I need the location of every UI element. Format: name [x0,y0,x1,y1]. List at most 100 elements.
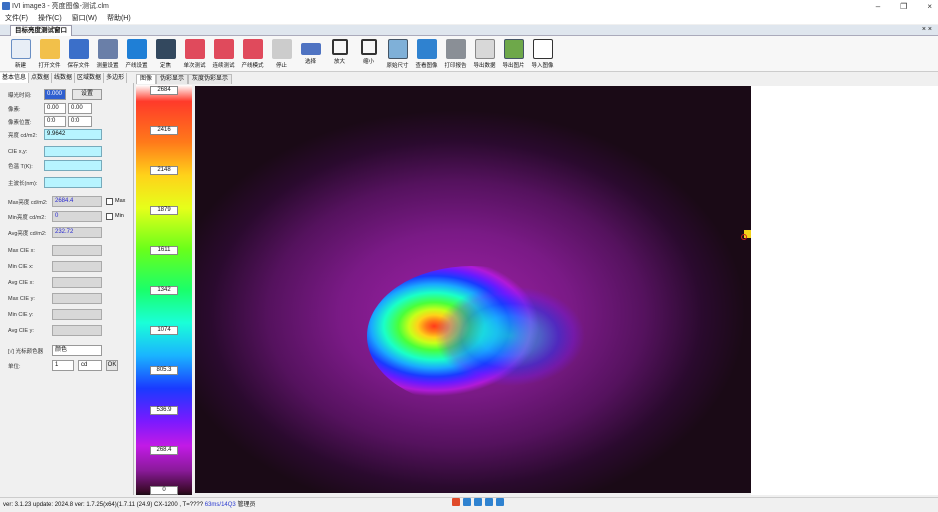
status-user: 管理员 [237,502,256,508]
avg-luminance-field: 232.72 [52,227,102,238]
toolbar-button-3[interactable]: 测量设置 [93,36,122,72]
max-cie-y-field [52,293,102,304]
color-scale-label: 2684 [150,86,178,95]
cursor-color-select[interactable]: 颜色 [52,345,102,356]
image-icon [387,39,408,59]
color-scale-label: 2416 [150,126,178,135]
play-icon [213,39,234,59]
document-close-button[interactable]: × × [922,25,932,35]
toolbar-button-10[interactable]: 选择 [296,36,325,72]
zoom-out-icon [360,39,377,55]
toolbar-button-16[interactable]: 导出数据 [470,36,499,72]
color-scale-label: 1879 [150,206,178,215]
window-title: IVI image3 - 亮度图像-测试.clm [12,3,109,10]
tray-volume-icon[interactable] [485,498,493,506]
pixel-field-a[interactable]: 0.00 [44,103,66,114]
tab-area-data[interactable]: 区域数据 [75,73,105,83]
unit-ok-button[interactable]: OK [106,360,118,371]
tab-point-data[interactable]: 点数据 [29,73,53,83]
tab-image[interactable]: 图像 [136,74,157,84]
toolbar-button-6[interactable]: 单次测试 [180,36,209,72]
tab-polygon[interactable]: 多边形 [104,73,128,83]
pixel-position-b[interactable]: 0:0 [68,116,92,127]
luminance-field[interactable]: 9.9642 [44,129,102,140]
tab-basic-info[interactable]: 基本信息 [0,73,30,83]
max-luminance-label: Max亮度 cd/m2: [8,200,48,206]
toolbar-button-label: 测量设置 [96,63,119,69]
menu-file[interactable]: 文件(F) [0,13,33,23]
color-scale-label: 805.3 [150,366,178,375]
tray-network-icon[interactable] [474,498,482,506]
toolbar-button-7[interactable]: 连续测试 [209,36,238,72]
pixel-label: 像素: [8,107,21,113]
toolbar-button-13[interactable]: 原始尺寸 [383,36,412,72]
toolbar-button-8[interactable]: 产线模式 [238,36,267,72]
menu-window[interactable]: 窗口(W) [67,13,102,23]
toolbar-button-9[interactable]: 停止 [267,36,296,72]
maximize-button[interactable]: ❐ [900,2,907,11]
toolbar-button-17[interactable]: 导出图片 [499,36,528,72]
tray-app-icon[interactable] [452,498,460,506]
tray-settings-icon[interactable] [496,498,504,506]
toolbar-button-label: 停止 [275,63,287,69]
gear-icon [97,39,118,59]
close-window-button[interactable]: × [927,2,932,11]
dominant-wavelength-field[interactable] [44,177,102,188]
toolbar-button-label: 打开文件 [38,63,61,69]
stop-icon [271,39,292,59]
max-checkbox-label: Max [115,198,126,204]
pixel-position-a[interactable]: 0:0 [44,116,66,127]
max-cie-y-label: Max CIE y: [8,296,35,302]
tab-gray-false-color[interactable]: 灰度伪彩显示 [188,74,233,84]
luminance-heatmap[interactable] [195,86,751,493]
toolbar-button-label: 放大 [333,59,345,65]
unit-select[interactable]: cd [78,360,102,371]
unit-input[interactable]: 1 [52,360,74,371]
play-icon [184,39,205,59]
canvas-empty-area [751,86,938,495]
max-checkbox[interactable] [106,198,113,205]
select-icon [300,43,321,55]
menu-operate[interactable]: 操作(C) [33,13,67,23]
min-luminance-field: 0 [52,211,102,222]
avg-cie-x-field [52,277,102,288]
picture-icon [503,39,524,59]
refresh-icon [126,39,147,59]
toolbar-button-11[interactable]: 放大 [325,36,354,72]
menu-help[interactable]: 帮助(H) [102,13,136,23]
max-cie-x-field [52,245,102,256]
toolbar-button-label: 打印报告 [444,63,467,69]
cie-xy-field[interactable] [44,146,102,157]
toolbar-button-14[interactable]: 查看图像 [412,36,441,72]
toolbar-button-4[interactable]: 产线设置 [122,36,151,72]
dominant-wavelength-label: 主波长(nm): [8,181,38,187]
toolbar-button-18[interactable]: 导入图像 [528,36,557,72]
left-panel-tabs: 基本信息 点数据 线数据 区域数据 多边形 [0,73,134,83]
tab-line-data[interactable]: 线数据 [52,73,76,83]
toolbar-button-12[interactable]: 缩小 [354,36,383,72]
avg-cie-x-label: Avg CIE x: [8,280,34,286]
toolbar-button-label: 查看图像 [415,63,438,69]
pixel-field-b[interactable]: 0.00 [68,103,92,114]
toolbar-button-label: 定焦 [159,63,171,69]
min-checkbox[interactable] [106,213,113,220]
toolbar-button-5[interactable]: 定焦 [151,36,180,72]
minimize-button[interactable]: – [876,2,880,11]
document-tab[interactable]: 目标亮度测试窗口 [10,25,72,36]
cct-field[interactable] [44,160,102,171]
toolbar-button-label: 缩小 [362,59,374,65]
exposure-set-button[interactable]: 设置 [72,89,102,100]
toolbar-button-2[interactable]: 保存文件 [64,36,93,72]
toolbar-button-0[interactable]: 新建 [6,36,35,72]
color-scale-label: 536.9 [150,406,178,415]
exposure-field[interactable]: 0.000 [44,89,66,100]
toolbar-button-1[interactable]: 打开文件 [35,36,64,72]
tray-ime-icon[interactable] [463,498,471,506]
min-cie-y-field [52,309,102,320]
cursor-color-label: [√] 光标颜色器 [8,349,44,355]
toolbar-button-label: 产线设置 [125,63,148,69]
toolbar-button-label: 连续测试 [212,63,235,69]
tab-false-color[interactable]: 伪彩显示 [156,74,189,84]
color-scale-label: 2148 [150,166,178,175]
toolbar-button-15[interactable]: 打印报告 [441,36,470,72]
